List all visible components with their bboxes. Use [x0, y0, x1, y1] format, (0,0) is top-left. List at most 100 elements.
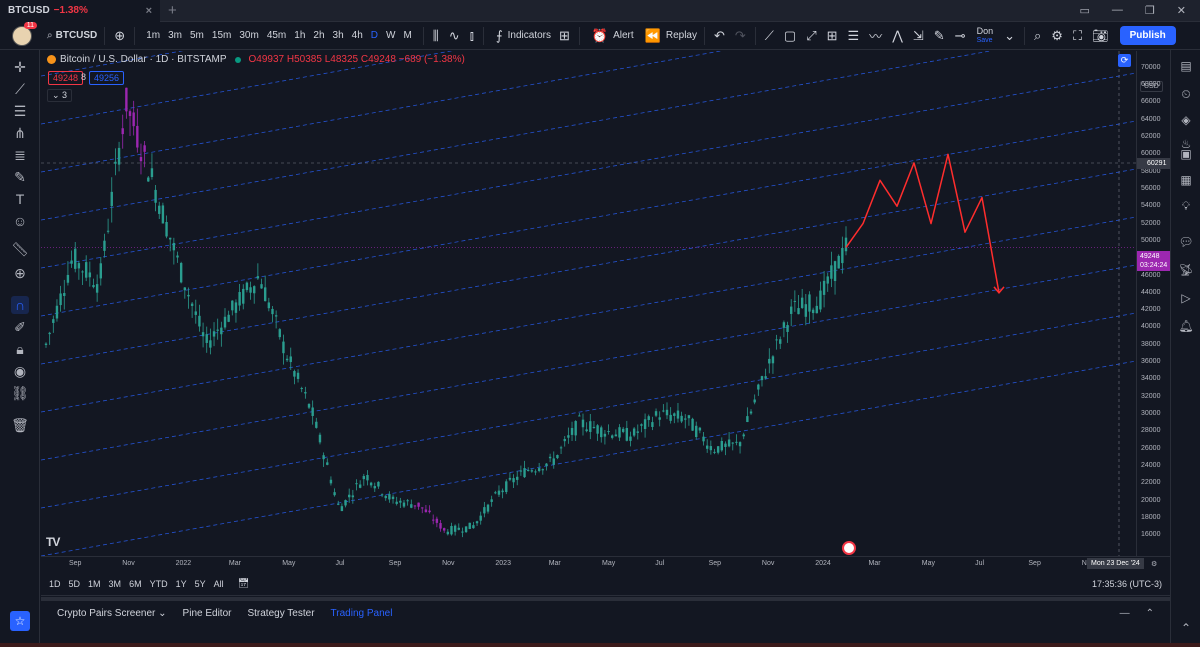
alert-button[interactable]: ⏰ Alert	[584, 22, 637, 50]
watchlist-icon[interactable]: ▤	[1178, 58, 1194, 74]
tab-close-icon[interactable]: ×	[146, 5, 152, 17]
trendline-tool-icon[interactable]: ⟋	[760, 28, 779, 44]
lock-icon[interactable]: 🔒︎	[11, 340, 29, 358]
interval-M[interactable]: M	[399, 30, 415, 41]
fib-retracement-icon[interactable]: ≣	[11, 146, 29, 164]
range-1Y[interactable]: 1Y	[172, 579, 191, 589]
pitchfork-icon[interactable]: ⋔	[11, 124, 29, 142]
candles-icon[interactable]: ⫼	[428, 28, 444, 44]
interval-45m[interactable]: 45m	[263, 30, 290, 41]
interval-30m[interactable]: 30m	[235, 30, 262, 41]
publish-button[interactable]: Publish	[1119, 26, 1176, 45]
chevron-down-icon[interactable]: ⌄	[999, 28, 1020, 44]
interval-W[interactable]: W	[382, 30, 399, 41]
lock-drawing-icon[interactable]: ✐	[11, 318, 29, 336]
crosshair-icon[interactable]: ✛	[11, 58, 29, 76]
fullscreen-icon[interactable]: ⛶	[1068, 28, 1087, 44]
time-axis[interactable]: Sep Nov 2022 Mar May Jul Sep Nov 2023 Mar May Jul Se…	[41, 556, 1170, 572]
range-3M[interactable]: 3M	[105, 579, 126, 589]
new-tab-button[interactable]: +	[168, 2, 177, 19]
collapse-panel-icon[interactable]: ⌃	[1178, 620, 1194, 636]
tab-pine-editor[interactable]: Pine Editor	[175, 608, 240, 619]
range-1M[interactable]: 1M	[84, 579, 105, 589]
indicators-toggle[interactable]: ⌄ 3	[47, 89, 73, 102]
price-axis[interactable]: USD 70000 68000 66000 64000 62000 60000 58000 5…	[1136, 51, 1171, 556]
tab-crypto-pairs-screener[interactable]: Crypto Pairs Screener ⌄	[49, 608, 175, 619]
interval-D[interactable]: D	[367, 30, 382, 41]
sell-price-button[interactable]: 49248	[48, 71, 84, 85]
data-window-icon[interactable]: ◈	[1178, 112, 1194, 128]
interval-3h[interactable]: 3h	[329, 30, 348, 41]
trend-line[interactable]	[41, 216, 1136, 413]
trend-line[interactable]	[41, 51, 1136, 173]
avatar[interactable]: 11	[12, 21, 37, 46]
notifications-bell-icon[interactable]: 🔔︎	[1178, 318, 1194, 334]
replay-button[interactable]: ⏪ Replay	[637, 22, 700, 50]
quick-search-icon[interactable]: ⌕	[1029, 28, 1046, 44]
trend-line[interactable]	[41, 312, 1136, 509]
zoom-icon[interactable]: ⊕	[11, 264, 29, 282]
trash-icon[interactable]: 🗑︎	[11, 416, 29, 434]
minimize-panel-icon[interactable]: —	[1120, 608, 1130, 619]
interval-2h[interactable]: 2h	[309, 30, 328, 41]
maximize-panel-icon[interactable]: ⌃	[1146, 608, 1154, 619]
trend-line[interactable]	[41, 51, 1136, 221]
text-icon[interactable]: T	[11, 190, 29, 208]
range-YTD[interactable]: YTD	[146, 579, 172, 589]
range-5D[interactable]: 5D	[65, 579, 85, 589]
tab-trading-panel[interactable]: Trading Panel	[323, 608, 401, 619]
horizontal-lines-icon[interactable]: ☰	[11, 102, 29, 120]
date-range-calendar-icon[interactable]: 📅︎	[228, 578, 253, 589]
rectangle-tool-icon[interactable]: ▢	[779, 28, 801, 44]
brush-icon[interactable]: ✎	[11, 168, 29, 186]
link-icon[interactable]: ⛓	[11, 384, 29, 402]
camera-icon[interactable]: 📷︎	[1087, 28, 1114, 44]
pattern-tool-icon[interactable]: ⋀	[887, 28, 908, 44]
favorites-star-icon[interactable]: ☆	[10, 611, 30, 631]
minimize-icon[interactable]: —	[1112, 4, 1123, 17]
streams-icon[interactable]: 📡︎	[1178, 262, 1194, 278]
interval-5m[interactable]: 5m	[186, 30, 208, 41]
browser-tab[interactable]: BTCUSD −1.38% ×	[0, 0, 160, 22]
trendline-icon[interactable]: ⟋	[11, 80, 29, 98]
interval-1h[interactable]: 1h	[290, 30, 309, 41]
chart-pane[interactable]: Bitcoin / U.S. Dollar · 1D · BITSTAMP O4…	[41, 51, 1136, 556]
trend-line[interactable]	[41, 360, 1136, 556]
path-tool-icon[interactable]: 〰	[864, 26, 887, 45]
settings-gear-icon[interactable]: ⚙	[1046, 28, 1068, 44]
interval-4h[interactable]: 4h	[348, 30, 367, 41]
layout-name[interactable]: Don Save	[971, 26, 1000, 45]
chart-title[interactable]: Bitcoin / U.S. Dollar · 1D · BITSTAMP	[60, 54, 227, 65]
range-All[interactable]: All	[210, 579, 228, 589]
projection-drawing[interactable]	[845, 153, 1000, 293]
economic-event-flag-icon[interactable]	[842, 541, 856, 555]
line-chart-icon[interactable]: ∿	[444, 28, 465, 44]
range-5Y[interactable]: 5Y	[191, 579, 210, 589]
news-icon[interactable]: ▣	[1178, 146, 1194, 162]
visibility-eye-icon[interactable]: ◉	[11, 362, 29, 380]
range-1D[interactable]: 1D	[45, 579, 65, 589]
horizontal-line-icon[interactable]: ⊸	[950, 28, 971, 44]
bars-icon[interactable]: ⫾	[465, 28, 479, 44]
interval-3m[interactable]: 3m	[164, 30, 186, 41]
alerts-clock-icon[interactable]: ⏲	[1178, 86, 1194, 102]
ideas-icon[interactable]: 💡︎	[1178, 198, 1194, 214]
buy-price-button[interactable]: 49256	[89, 71, 125, 85]
ray-tool-icon[interactable]: ⤢	[801, 28, 821, 44]
range-6M[interactable]: 6M	[125, 579, 146, 589]
price-chart[interactable]	[41, 51, 1136, 556]
templates-icon[interactable]: ⊞	[554, 28, 575, 44]
chats-icon[interactable]: 💬︎	[1178, 234, 1194, 250]
compare-add-icon[interactable]: ⊕	[109, 28, 130, 44]
close-window-icon[interactable]: ✕	[1177, 4, 1186, 17]
axis-settings-icon[interactable]: ⚙	[1151, 560, 1157, 568]
maximize-icon[interactable]: ❐	[1145, 4, 1155, 17]
redo-icon[interactable]: ↷	[730, 28, 751, 44]
layout-icon[interactable]: ▭	[1080, 4, 1090, 17]
trend-line[interactable]	[41, 264, 1136, 461]
trend-line[interactable]	[41, 168, 1136, 365]
fib-tool-icon[interactable]: ☰	[843, 28, 865, 44]
ruler-icon[interactable]: 📏︎	[11, 240, 29, 258]
symbol-search-button[interactable]: ⌕ BTCUSD	[44, 22, 100, 50]
interval-15m[interactable]: 15m	[208, 30, 235, 41]
